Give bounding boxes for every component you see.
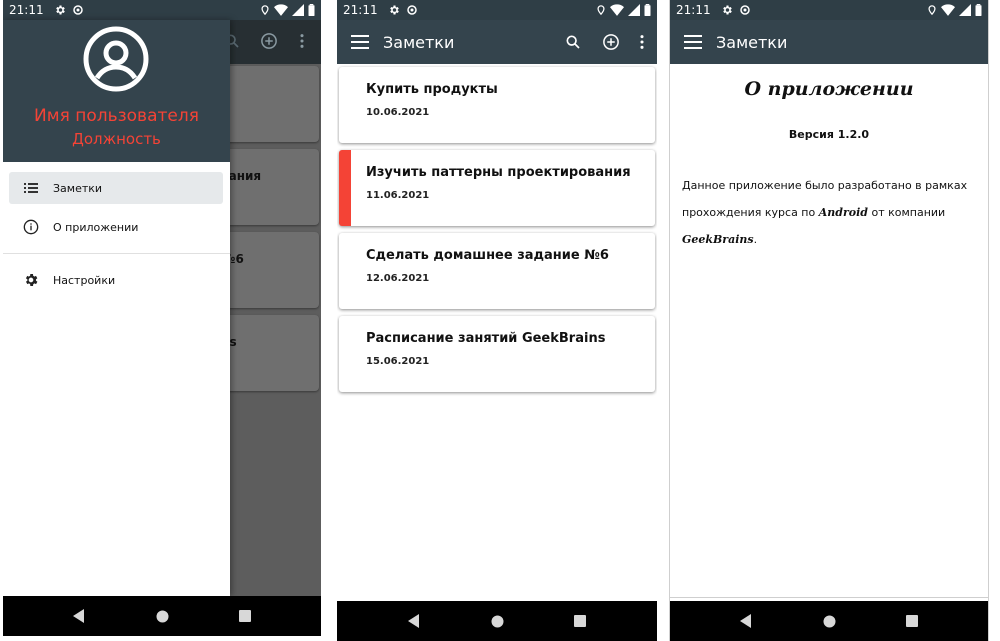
home-icon[interactable] [156, 610, 169, 623]
dimmed-note-card: №6 [221, 232, 319, 308]
status-bar: 21:11 [337, 0, 657, 20]
gear-icon [389, 5, 399, 15]
status-time: 21:11 [676, 3, 711, 17]
drawer-item-label: О приложении [53, 220, 139, 234]
drawer-item-label: Настройки [53, 273, 116, 287]
info-icon [23, 219, 39, 235]
signal-icon [292, 4, 304, 16]
app-bar-title: Заметки [716, 32, 788, 52]
note-card[interactable]: Купить продукты 10.06.2021 [339, 67, 655, 143]
dimmed-note-card: ns [221, 315, 319, 391]
battery-icon [975, 4, 982, 16]
sync-icon [72, 5, 83, 15]
back-icon[interactable] [73, 609, 85, 623]
gear-icon [722, 5, 732, 15]
app-version: Версия 1.2.0 [788, 128, 870, 141]
search-button[interactable] [559, 28, 587, 56]
menu-button[interactable] [670, 35, 716, 49]
status-bar: 21:11 [3, 0, 321, 20]
back-icon[interactable] [407, 614, 420, 628]
navigation-drawer: Имя пользователя Должность Заметки О при… [3, 20, 230, 596]
dimmed-note-card: вания [221, 149, 319, 225]
brand-geekbrains: GeekBrains [682, 233, 754, 246]
app-bar: Заметки [670, 20, 988, 64]
note-card[interactable]: Сделать домашнее задание №6 12.06.2021 [339, 233, 655, 309]
signal-icon [628, 4, 640, 16]
system-nav-bar [337, 601, 657, 641]
sync-icon [739, 5, 750, 15]
signal-icon [959, 4, 971, 16]
recents-icon[interactable] [574, 615, 587, 627]
about-description: Данное приложение было разработано в рам… [682, 179, 968, 246]
note-date: 11.06.2021 [366, 190, 430, 201]
phone-drawer-screen: 21:11 вания №6 ns Имя по [3, 0, 321, 641]
location-icon [928, 5, 936, 16]
note-date: 12.06.2021 [366, 273, 430, 284]
gear-icon [55, 5, 65, 15]
add-note-button[interactable] [597, 28, 625, 56]
note-title: Расписание занятий GeekBrains [366, 331, 606, 346]
wifi-icon [274, 4, 288, 16]
about-content: О приложении Версия 1.2.0 Данное приложе… [670, 64, 988, 598]
drawer-divider [3, 253, 230, 254]
dimmed-note-card [221, 66, 319, 142]
location-icon [261, 5, 269, 16]
status-time: 21:11 [9, 3, 44, 17]
drawer-item-notes[interactable]: Заметки [9, 172, 223, 204]
wifi-icon [610, 4, 624, 16]
more-vert-icon [300, 34, 304, 48]
menu-icon [684, 35, 702, 49]
menu-icon [351, 35, 369, 49]
brand-android: Android [818, 206, 868, 219]
drawer-item-settings[interactable]: Настройки [9, 264, 223, 296]
menu-button[interactable] [337, 35, 383, 49]
about-heading: О приложении [744, 78, 914, 100]
battery-icon [308, 4, 315, 16]
back-icon[interactable] [740, 614, 752, 628]
phone-notes-screen: 21:11 Заметки Купить продукты 10.06.2021… [337, 0, 657, 641]
list-icon [24, 183, 38, 193]
status-time: 21:11 [343, 3, 378, 17]
system-nav-bar [670, 601, 988, 641]
note-date: 15.06.2021 [366, 356, 430, 367]
drawer-header: Имя пользователя Должность [3, 20, 230, 162]
system-nav-bar [3, 596, 321, 636]
home-icon[interactable] [491, 615, 504, 628]
status-bar: 21:11 [670, 0, 988, 20]
add-circle-icon [261, 33, 277, 49]
search-icon [566, 35, 580, 49]
note-title: Изучить паттерны проектирования [366, 165, 631, 180]
drawer-item-label: Заметки [53, 181, 103, 195]
user-name: Имя пользователя [34, 106, 199, 126]
drawer-item-about[interactable]: О приложении [9, 211, 223, 243]
recents-icon[interactable] [238, 610, 251, 622]
recents-icon[interactable] [905, 615, 918, 627]
app-bar-title: Заметки [383, 32, 455, 52]
overflow-menu-button[interactable] [635, 28, 649, 56]
location-icon [597, 5, 605, 16]
home-icon[interactable] [823, 615, 836, 628]
note-title: Сделать домашнее задание №6 [366, 248, 609, 263]
note-card[interactable]: Расписание занятий GeekBrains 15.06.2021 [339, 316, 655, 392]
account-circle-icon[interactable] [83, 26, 149, 92]
gear-icon [25, 274, 38, 286]
note-date: 10.06.2021 [366, 107, 430, 118]
user-position: Должность [72, 130, 161, 148]
note-card[interactable]: Изучить паттерны проектирования 11.06.20… [339, 150, 655, 226]
more-vert-icon [640, 35, 644, 49]
sync-icon [406, 5, 417, 15]
add-circle-icon [603, 34, 619, 50]
wifi-icon [941, 4, 955, 16]
phone-about-screen: 21:11 Заметки О приложении Версия 1.2.0 … [669, 0, 989, 641]
battery-icon [644, 4, 651, 16]
note-title: Купить продукты [366, 82, 498, 97]
app-bar: Заметки [337, 20, 657, 64]
